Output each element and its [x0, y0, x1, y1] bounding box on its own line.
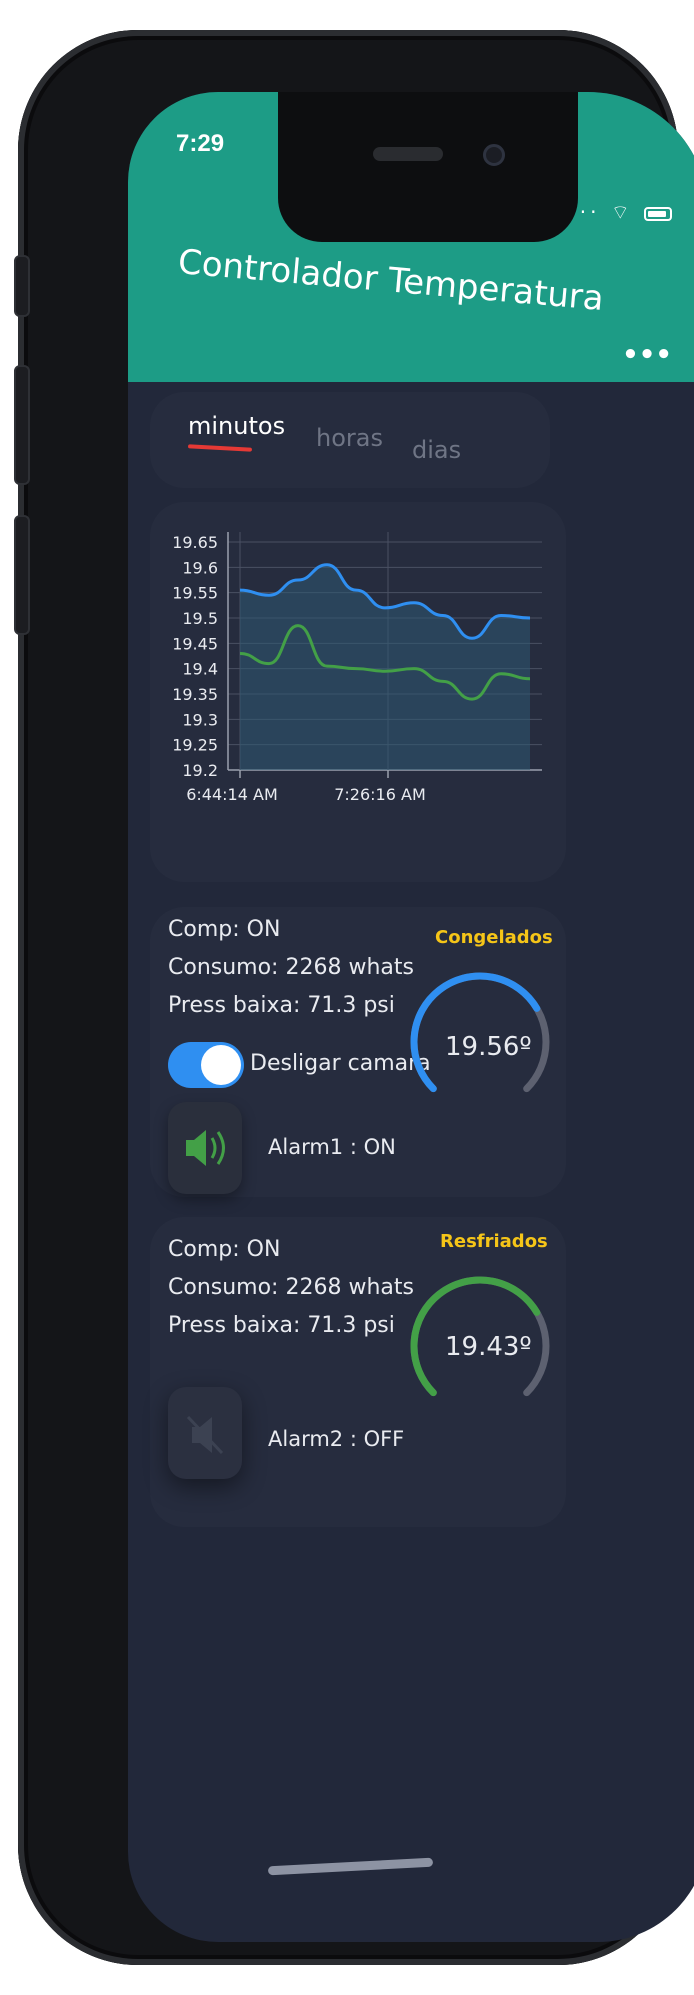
comp-status: Comp: ON: [168, 917, 281, 942]
tab-minutos[interactable]: minutos: [188, 412, 285, 440]
y-tick-label: 19.3: [182, 710, 218, 729]
signal-icon: ··: [579, 200, 601, 224]
x-tick-label: 7:26:16 AM: [334, 785, 426, 804]
x-tick-label: 6:44:14 AM: [186, 785, 278, 804]
comp-status: Comp: ON: [168, 1237, 281, 1262]
home-indicator: [267, 1857, 434, 1876]
y-tick-label: 19.2: [182, 761, 218, 780]
toggle-knob: [201, 1045, 241, 1085]
press-baixa-value: Press baixa: 71.3 psi: [168, 1313, 395, 1338]
consumo-value: Consumo: 2268 whats: [168, 1275, 414, 1300]
app-bar: 7:29 ·· ⌔ Controlador Temperatura •••: [128, 92, 694, 382]
mute-switch: [14, 255, 30, 317]
gauge-title: Congelados: [435, 927, 553, 948]
notch: [278, 92, 578, 242]
temperature-chart: 19.65 19.6 19.55 19.5 19.45 19.4 19.35 19.3 19.2…: [172, 532, 542, 804]
y-tick-label: 19.35: [172, 685, 218, 704]
speaker-on-icon: [186, 1130, 225, 1166]
volume-down-button: [14, 515, 30, 635]
y-tick-label: 19.65: [172, 533, 218, 552]
consumo-value: Consumo: 2268 whats: [168, 955, 414, 980]
time-range-tabs: minutos horas dias: [150, 392, 550, 488]
volume-up-button: [14, 365, 30, 485]
alarm2-button[interactable]: [168, 1387, 242, 1479]
press-baixa-value: Press baixa: 71.3 psi: [168, 993, 395, 1018]
alarm1-label: Alarm1 : ON: [268, 1135, 396, 1159]
tab-horas[interactable]: horas: [316, 424, 383, 452]
front-camera: [483, 144, 505, 166]
series-area: [240, 564, 530, 770]
alarm2-label: Alarm2 : OFF: [268, 1427, 405, 1451]
alarm1-button[interactable]: [168, 1102, 242, 1194]
device-card-resfriados: Comp: ON Consumo: 2268 whats Press baixa…: [150, 1217, 566, 1527]
status-time: 7:29: [176, 130, 225, 157]
active-tab-indicator: [187, 444, 253, 452]
battery-icon: [644, 206, 672, 221]
desligar-camara-toggle[interactable]: [168, 1042, 244, 1088]
y-tick-label: 19.45: [172, 634, 218, 653]
gauge-title: Resfriados: [440, 1231, 548, 1252]
y-tick-label: 19.55: [172, 584, 218, 603]
gauge-value: 19.56º: [445, 1032, 532, 1062]
tab-dias[interactable]: dias: [412, 436, 461, 464]
app-screen: 7:29 ·· ⌔ Controlador Temperatura ••• mi…: [128, 92, 694, 1942]
wifi-icon: ⌔: [610, 200, 634, 224]
more-menu-icon[interactable]: •••: [622, 340, 672, 370]
gauge-value: 19.43º: [445, 1332, 532, 1362]
page-title: Controlador Temperatura: [176, 242, 606, 320]
y-tick-label: 19.5: [182, 609, 218, 628]
speaker: [373, 147, 443, 161]
y-tick-label: 19.4: [182, 660, 218, 679]
y-tick-label: 19.6: [182, 558, 218, 577]
speaker-muted-icon: [186, 1415, 224, 1455]
phone-frame: 7:29 ·· ⌔ Controlador Temperatura ••• mi…: [14, 30, 694, 1965]
status-icons: ·· ⌔: [580, 200, 672, 225]
temperature-chart-card: 19.65 19.6 19.55 19.5 19.45 19.4 19.35 19.3 19.2…: [150, 502, 566, 882]
device-card-congelados: Comp: ON Consumo: 2268 whats Press baixa…: [150, 907, 566, 1197]
y-tick-label: 19.25: [172, 736, 218, 755]
